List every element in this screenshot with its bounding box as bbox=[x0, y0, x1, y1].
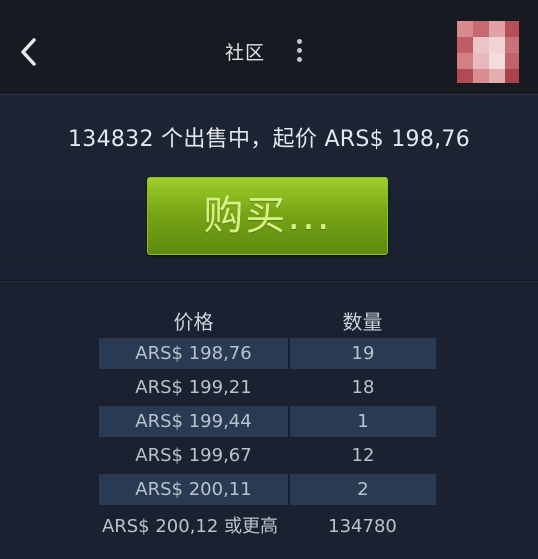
quantity-cell: 18 bbox=[351, 377, 375, 398]
table-row: ARS$ 199,44 1 bbox=[99, 406, 436, 437]
table-row: ARS$ 198,76 19 bbox=[99, 338, 436, 369]
price-cell: ARS$ 198,76 bbox=[99, 338, 288, 369]
quantity-cell: 19 bbox=[290, 338, 436, 369]
table-row: ARS$ 200,11 2 bbox=[99, 474, 436, 505]
quantity-cell: 12 bbox=[351, 445, 375, 466]
top-bar: 社区 bbox=[0, 0, 538, 94]
sell-orders-table: 价格 数量 ARS$ 198,76 19 ARS$ 199,21 18 ARS$… bbox=[0, 281, 538, 559]
price-cell: ARS$ 199,21 bbox=[135, 377, 252, 398]
quantity-cell: 1 bbox=[290, 406, 436, 437]
table-row: ARS$ 199,21 18 bbox=[99, 372, 436, 403]
quantity-cell-remaining: 134780 bbox=[328, 516, 397, 537]
quantity-cell: 2 bbox=[290, 474, 436, 505]
column-header-quantity: 数量 bbox=[342, 310, 383, 334]
column-header-price: 价格 bbox=[173, 310, 214, 334]
page-title: 社区 bbox=[224, 42, 265, 64]
table-row: ARS$ 199,67 12 bbox=[99, 440, 436, 471]
price-cell: ARS$ 199,44 bbox=[99, 406, 288, 437]
avatar[interactable] bbox=[457, 21, 519, 83]
sell-summary-panel: 134832 个出售中，起价 ARS$ 198,76 购买... bbox=[0, 94, 538, 280]
buy-button[interactable]: 购买... bbox=[147, 177, 388, 255]
more-vertical-icon[interactable] bbox=[292, 39, 306, 65]
price-cell: ARS$ 199,67 bbox=[135, 445, 252, 466]
listing-summary: 134832 个出售中，起价 ARS$ 198,76 bbox=[67, 127, 471, 152]
price-cell: ARS$ 200,11 bbox=[99, 474, 288, 505]
